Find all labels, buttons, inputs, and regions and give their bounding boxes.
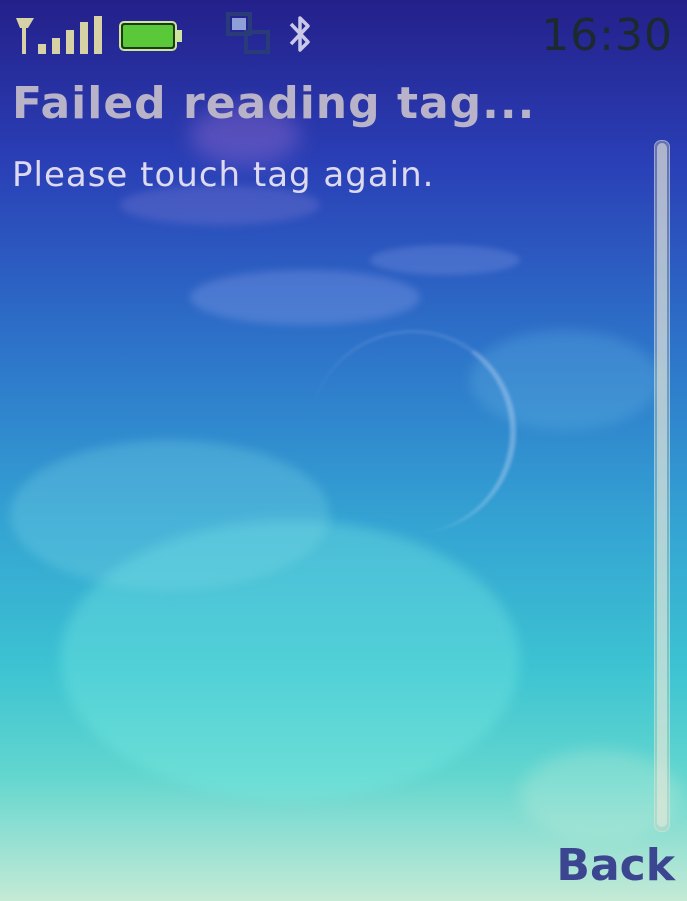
status-bar: 16:30 <box>0 0 687 70</box>
wallpaper-bokeh <box>190 270 420 325</box>
bluetooth-icon <box>289 16 310 52</box>
wallpaper-bokeh <box>10 440 330 590</box>
scrollbar-thumb[interactable] <box>657 143 667 827</box>
clock: 16:30 <box>541 10 673 61</box>
battery-icon <box>119 21 182 51</box>
phone-screen: 16:30 Failed reading tag... Please touch… <box>0 0 687 901</box>
dialog-title: Failed reading tag... <box>12 78 536 129</box>
wallpaper-light-arc <box>310 330 516 533</box>
packet-data-icon <box>226 12 270 54</box>
wallpaper-bokeh <box>60 520 520 800</box>
dialog-message: Please touch tag again. <box>12 155 435 195</box>
back-softkey[interactable]: Back <box>556 839 675 893</box>
scrollbar[interactable] <box>654 140 670 832</box>
wallpaper-bokeh <box>370 245 520 275</box>
signal-strength-icon <box>16 16 102 54</box>
